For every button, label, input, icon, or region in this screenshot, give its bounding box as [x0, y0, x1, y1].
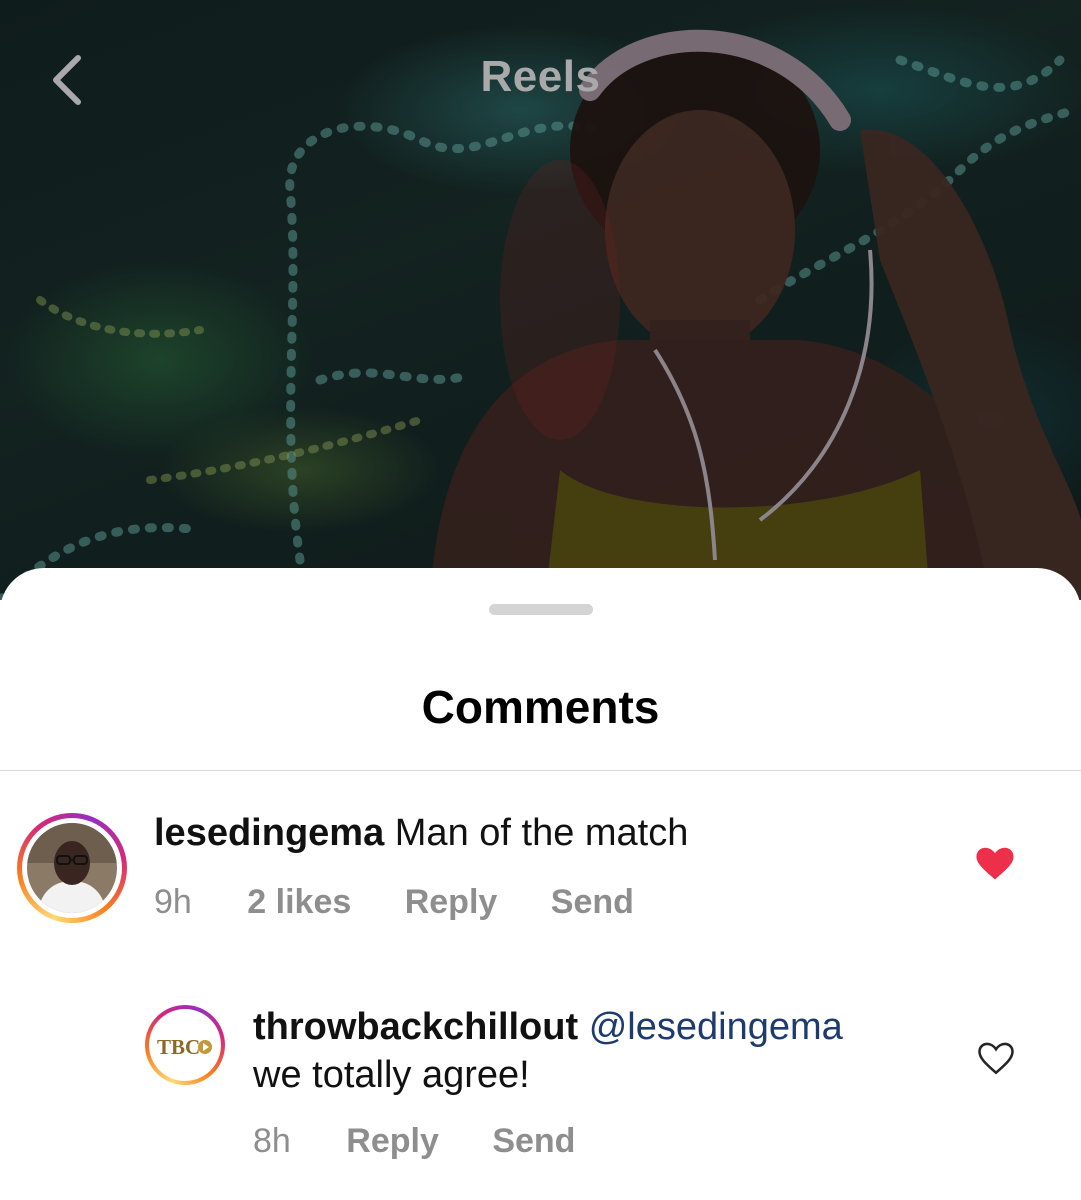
- like-button[interactable]: [976, 847, 1014, 886]
- comments-sheet: Comments lesedingema Man of the match 9h…: [0, 568, 1081, 1200]
- like-button[interactable]: [978, 1042, 1014, 1080]
- comments-title: Comments: [421, 681, 660, 733]
- comment-meta: 9h 2 likes Reply Send: [154, 883, 634, 922]
- comment-username[interactable]: lesedingema: [154, 812, 384, 854]
- send-button[interactable]: Send: [551, 883, 634, 921]
- avatar[interactable]: TBC: [145, 1005, 225, 1085]
- comment-username[interactable]: throwbackchillout: [253, 1006, 578, 1048]
- mention-link[interactable]: @lesedingema: [589, 1006, 843, 1048]
- tbc-logo-text: TBC: [157, 1035, 200, 1059]
- drag-handle[interactable]: [489, 604, 593, 615]
- comment-message: we totally agree!: [253, 1054, 530, 1096]
- reply-body: throwbackchillout @lesedingema we totall…: [253, 1003, 843, 1099]
- reel-video-background: Reels: [0, 0, 1081, 600]
- divider: [0, 770, 1081, 771]
- reply-button[interactable]: Reply: [405, 883, 498, 921]
- comment-meta: 8h Reply Send: [253, 1122, 575, 1161]
- comment-time: 9h: [154, 883, 192, 921]
- tbc-logo: TBC: [153, 1013, 217, 1077]
- comment-body: lesedingema Man of the match: [154, 809, 688, 857]
- page-title: Reels: [480, 52, 601, 101]
- likes-count-link[interactable]: 2 likes: [247, 883, 351, 921]
- avatar[interactable]: [17, 813, 127, 923]
- reply-button[interactable]: Reply: [346, 1122, 439, 1160]
- comment-time: 8h: [253, 1122, 291, 1160]
- comment-message: Man of the match: [394, 812, 689, 854]
- send-button[interactable]: Send: [492, 1122, 575, 1160]
- heart-outline-icon: [978, 1042, 1014, 1075]
- avatar-photo: [27, 823, 117, 913]
- heart-filled-icon: [976, 847, 1014, 880]
